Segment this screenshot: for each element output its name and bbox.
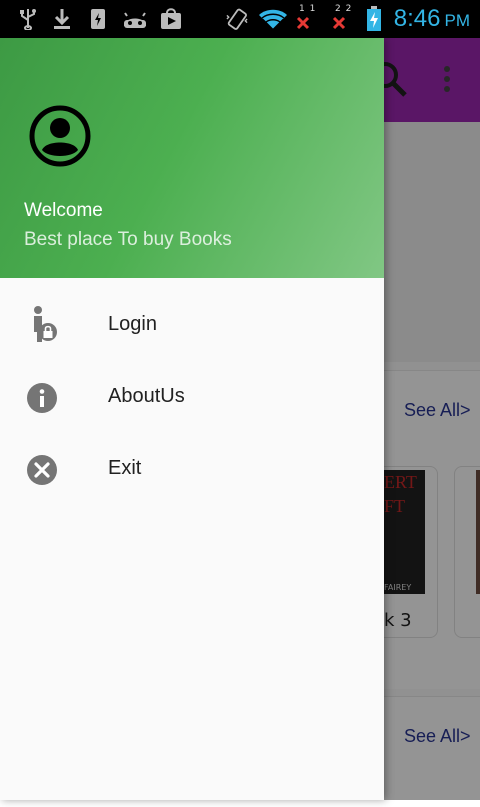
download-icon [54,9,70,29]
wifi-icon [259,9,287,30]
drawer-header: Welcome Best place To buy Books [0,38,384,278]
status-clock: 8:46 PM [394,5,470,33]
android-debug-icon [124,12,146,28]
menu-item-label: Exit [108,457,142,479]
sim2-label: 2 2 [335,4,353,14]
menu-item-aboutus[interactable]: AboutUs [0,362,384,434]
signal-1-icon: 1 1 [296,4,318,34]
vibrate-icon [226,8,248,30]
store-icon [161,8,181,29]
close-circle-icon [27,455,57,485]
signal-2-icon: 2 2 [332,4,354,34]
menu-item-exit[interactable]: Exit [0,434,384,506]
menu-item-label: AboutUs [108,385,185,407]
drawer-title: Welcome [24,200,103,221]
clock-ampm: PM [444,11,471,30]
drawer-subtitle: Best place To buy Books [24,229,232,250]
battery-charging-icon [367,6,381,31]
menu-item-label: Login [108,313,157,335]
login-lock-icon [34,306,57,342]
info-icon [27,383,57,413]
sim1-label: 1 1 [299,4,317,14]
usb-icon [20,9,36,30]
navigation-drawer: Welcome Best place To buy Books Login Ab… [0,38,384,800]
account-circle-icon[interactable] [28,104,92,168]
status-bar: 1 1 2 2 8:46 PM [0,0,480,38]
sd-card-icon [91,9,105,29]
menu-item-login[interactable]: Login [0,290,384,362]
clock-time: 8:46 [393,5,441,32]
